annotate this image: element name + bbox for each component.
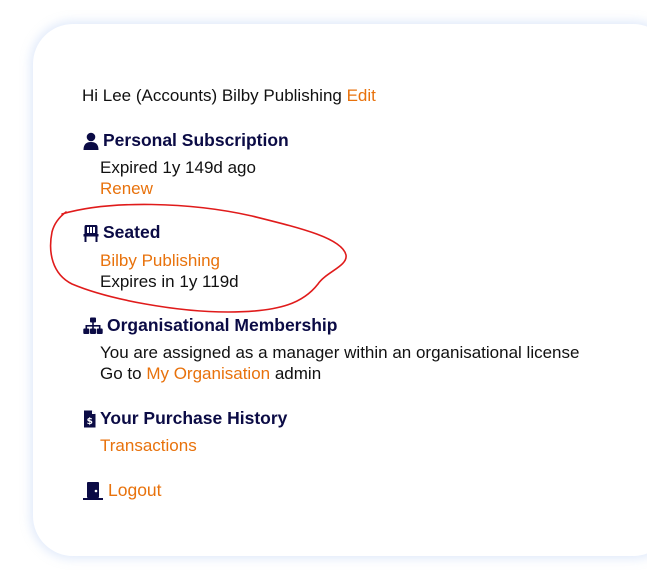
organisational-manager-text: You are assigned as a manager within an … xyxy=(100,343,580,362)
my-organisation-link[interactable]: My Organisation xyxy=(146,364,270,383)
personal-subscription-status: Expired 1y 149d ago xyxy=(100,158,256,177)
logout-label[interactable]: Logout xyxy=(108,480,162,501)
greeting-text: Hi Lee (Accounts) Bilby Publishing xyxy=(82,86,342,105)
seated-heading: Seated xyxy=(82,222,160,243)
renew-line: Renew xyxy=(100,179,153,199)
svg-text:$: $ xyxy=(87,417,93,427)
person-icon xyxy=(82,132,100,150)
seated-title: Seated xyxy=(103,222,161,242)
invoice-dollar-icon: $ xyxy=(82,410,97,428)
logout-button[interactable]: Logout xyxy=(82,480,162,501)
personal-subscription-title: Personal Subscription xyxy=(103,130,289,150)
goto-suffix: admin xyxy=(274,364,322,383)
seated-org-line: Bilby Publishing xyxy=(100,251,220,271)
goto-organisation-line: Go to My Organisation admin xyxy=(100,364,321,384)
seated-org-link[interactable]: Bilby Publishing xyxy=(100,251,220,270)
greeting-line: Hi Lee (Accounts) Bilby Publishing Edit xyxy=(82,86,376,106)
organisational-membership-title: Organisational Membership xyxy=(107,315,338,335)
transactions-line: Transactions xyxy=(100,436,197,456)
purchase-history-title: Your Purchase History xyxy=(100,408,288,428)
sitemap-icon xyxy=(82,317,104,335)
purchase-history-heading: $ Your Purchase History xyxy=(82,408,287,429)
chair-icon xyxy=(82,224,100,242)
door-icon xyxy=(82,481,104,501)
organisational-membership-heading: Organisational Membership xyxy=(82,315,337,336)
seated-expiry: Expires in 1y 119d xyxy=(100,272,239,291)
edit-link[interactable]: Edit xyxy=(347,86,376,105)
transactions-link[interactable]: Transactions xyxy=(100,436,197,455)
goto-prefix: Go to xyxy=(100,364,142,383)
personal-subscription-heading: Personal Subscription xyxy=(82,130,289,151)
renew-link[interactable]: Renew xyxy=(100,179,153,198)
